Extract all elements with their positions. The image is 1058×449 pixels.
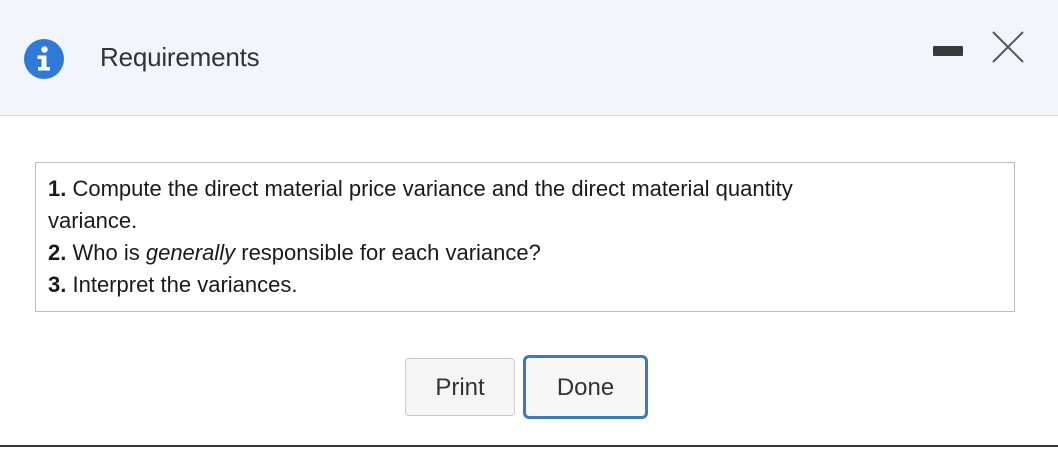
requirement-item: 3. Interpret the variances. (48, 269, 1002, 301)
dialog-titlebar: Requirements (0, 0, 1058, 116)
minimize-button[interactable] (928, 38, 968, 68)
requirement-number: 2. (48, 240, 67, 265)
requirement-text: Interpret the variances. (72, 272, 298, 297)
requirement-item: 1. Compute the direct material price var… (48, 173, 1002, 205)
close-icon (992, 31, 1024, 63)
requirement-number: 1. (48, 176, 67, 201)
requirement-text: Compute the direct material price varian… (72, 176, 793, 201)
info-icon (24, 39, 64, 79)
requirements-dialog: Requirements 1. Compute the direct mater… (0, 0, 1058, 449)
bottom-divider (0, 445, 1058, 447)
requirements-box: 1. Compute the direct material price var… (35, 162, 1015, 312)
requirement-item-continued: variance. (48, 205, 1002, 237)
requirement-item: 2. Who is generally responsible for each… (48, 237, 1002, 269)
requirement-text-emphasis: generally (145, 240, 236, 265)
requirement-text-post: responsible for each variance? (235, 240, 541, 265)
close-button[interactable] (987, 26, 1029, 68)
requirement-text: variance. (48, 208, 138, 233)
print-button[interactable]: Print (405, 358, 515, 416)
done-button[interactable]: Done (523, 355, 648, 419)
dialog-title: Requirements (100, 42, 260, 72)
minimize-icon (933, 46, 963, 56)
requirement-text-pre: Who is (72, 240, 146, 265)
requirement-number: 3. (48, 272, 67, 297)
